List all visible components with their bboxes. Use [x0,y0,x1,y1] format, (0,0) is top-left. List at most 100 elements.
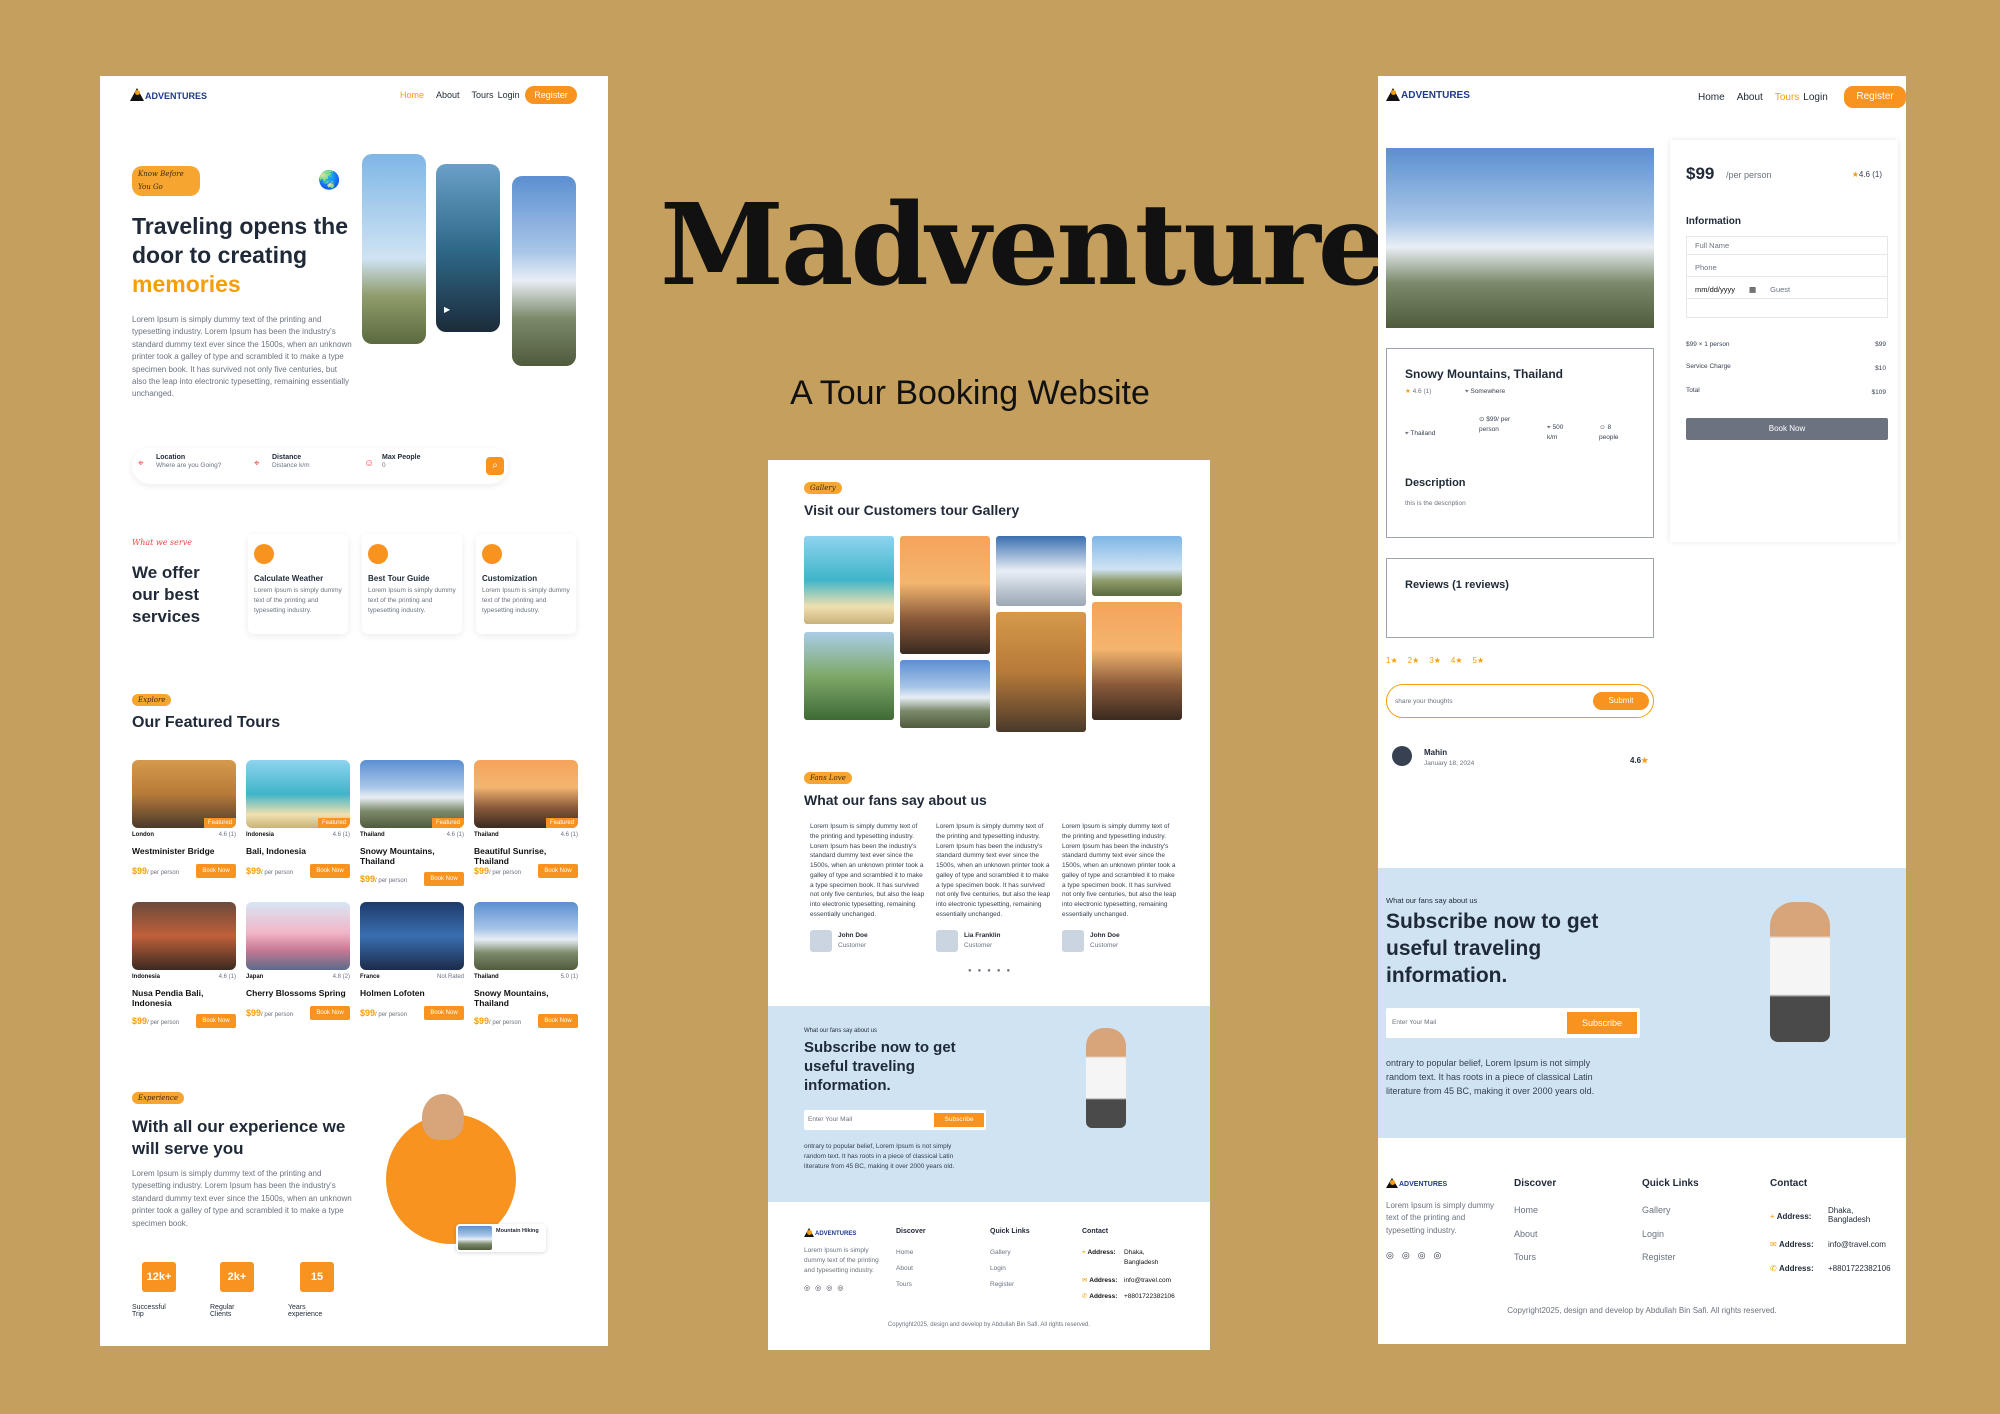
book-now-button[interactable]: Book Now [196,1014,236,1028]
tour-card[interactable]: Thailand 5.0 (1) Snowy Mountains, Thailan… [474,902,578,1032]
pin-icon: ⌖ [1770,1212,1775,1221]
search-bar: ⌖ Location Where are you Going? ⌖ Distanc… [132,448,508,484]
avatar [810,930,832,952]
site-logo[interactable]: ADVENTURES [130,88,207,101]
star-icon: ★ [1641,756,1649,765]
book-now-button[interactable]: Book Now [424,872,464,886]
gallery-image[interactable] [900,660,990,728]
gallery-image[interactable] [804,632,894,720]
gallery-image[interactable] [1092,602,1182,720]
site-logo[interactable]: ADVENTURES [1386,88,1470,101]
distance-icon: ⌖ [1547,424,1551,431]
subscribe-section: What our fans say about us Subscribe now… [1378,868,1906,1138]
experience-text: Lorem Ipsum is simply dummy text of the … [132,1169,352,1228]
testimonial-text: Lorem Ipsum is simply dummy text of the … [810,823,925,918]
hero-image-louvre [362,154,426,344]
testimonial-text: Lorem Ipsum is simply dummy text of the … [936,823,1051,918]
nav-about[interactable]: About [1737,92,1763,103]
distance-icon: ⌖ [254,458,260,469]
book-now-button[interactable]: Book Now [196,864,236,878]
star-icon: ★ [1851,170,1859,179]
stat-trips: 12k+ [142,1262,176,1292]
subscribe-section: What our fans say about us Subscribe now… [768,1006,1210,1202]
booking-card: $99 /per person ★4.6 (1) Information Ful… [1670,140,1898,542]
tour-card[interactable]: Japan 4.8 (2) Cherry Blossoms Spring $99/… [246,902,350,1022]
traveler-head [422,1094,464,1140]
stat-clients: 2k+ [220,1262,254,1292]
search-icon: ⌕ [492,460,498,471]
submit-review-button[interactable]: Submit [1593,692,1649,710]
footer-logo[interactable]: ADVENTURES [1386,1178,1447,1188]
tour-card[interactable]: Featured London 4.6 (1) Westminister Brid… [132,760,236,880]
email-input[interactable]: Enter Your Mail Subscribe [804,1110,986,1130]
gallery-image[interactable] [900,536,990,654]
hero-tag: Know Before You Go [132,166,200,196]
nav-login[interactable]: Login [1803,92,1827,103]
service-card-weather: Calculate Weather Lorem Ipsum is simply … [248,534,348,634]
service-card-guide: Best Tour Guide Lorem Ipsum is simply du… [362,534,462,634]
showcase-title: Madventure [660,180,1389,311]
logo-mountain-icon [804,1228,814,1237]
tour-card[interactable]: Featured Indonesia 4.6 (1) Bali, Indonesi… [246,760,350,880]
gallery-image[interactable] [1092,536,1182,596]
nav-about[interactable]: About [436,90,460,100]
tour-card[interactable]: Indonesia 4.6 (1) Nusa Pendia Bali, Indon… [132,902,236,1032]
phone-icon: ✆ [1770,1264,1777,1273]
people-field[interactable]: Max People 0 [382,454,421,471]
nav-login[interactable]: Login [498,90,520,100]
gallery-image[interactable] [996,612,1086,732]
hero-image-hiker [512,176,576,366]
star-rating-select: 1★ 2★ 3★ 4★ 5★ [1386,656,1485,665]
pin-icon: ⌖ [1082,1249,1086,1256]
avatar [936,930,958,952]
book-now-button[interactable]: Book Now [310,1006,350,1020]
guest-input[interactable]: Guest [1770,285,1790,294]
calendar-icon[interactable]: ▦ [1749,285,1756,294]
nav-home[interactable]: Home [400,90,424,100]
tour-card[interactable]: Featured Thailand 4.6 (1) Snowy Mountains… [360,760,464,890]
book-now-button[interactable]: Book Now [538,1014,578,1028]
testimonial-text: Lorem Ipsum is simply dummy text of the … [1062,823,1177,918]
logo-mountain-icon [1386,1178,1398,1188]
price-icon: ⊙ [1479,416,1485,423]
email-input[interactable]: Enter Your Mail Subscribe [1386,1008,1640,1038]
play-icon[interactable]: ▶ [444,305,450,314]
hero-video-player[interactable]: ▶ [436,164,500,332]
register-button[interactable]: Register [1844,86,1906,108]
location-field[interactable]: Location Where are you Going? [156,454,221,471]
distance-field[interactable]: Distance Distance k/m [272,454,310,471]
full-name-input[interactable]: Full Name [1687,237,1887,255]
review-input[interactable]: share your thoughts Submit [1386,684,1654,718]
subscribe-button[interactable]: Subscribe [1567,1012,1637,1034]
tour-card[interactable]: France Not Rated Holmen Lofoten $99/ per … [360,902,464,1022]
date-input[interactable]: mm/dd/yyyy [1695,285,1735,294]
mail-icon: ✉ [1770,1240,1777,1249]
gallery-image[interactable] [996,536,1086,606]
gallery-image[interactable] [804,536,894,624]
social-icons[interactable]: ◎◎◎◎ [804,1284,848,1292]
phone-input[interactable]: Phone [1687,259,1887,277]
book-now-button[interactable]: Book Now [538,864,578,878]
tour-detail-page-screenshot: ADVENTURES Home About Tours Login Regist… [1378,76,1906,1344]
people-icon: ☺ [364,458,375,469]
gallery-title: Visit our Customers tour Gallery [804,502,1020,518]
register-button[interactable]: Register [525,86,577,104]
footer-logo[interactable]: ADVENTURES [804,1228,856,1237]
booking-form: Full Name Phone mm/dd/yyyy ▦ Guest [1686,236,1888,318]
main-nav: Home About Tours Login [400,90,520,100]
nav-home[interactable]: Home [1698,92,1725,103]
social-icons[interactable]: ◎◎◎◎ [1386,1250,1449,1261]
book-now-button[interactable]: Book Now [310,864,350,878]
nav-tours[interactable]: Tours [1775,92,1799,103]
book-now-button[interactable]: Book Now [1686,418,1888,440]
book-now-button[interactable]: Book Now [424,1006,464,1020]
nav-tours[interactable]: Tours [472,90,494,100]
tour-card[interactable]: Featured Thailand 4.6 (1) Beautiful Sunri… [474,760,578,880]
location-pin-icon: ⌖ [138,458,144,469]
logo-mountain-icon [1386,88,1400,101]
search-button[interactable]: ⌕ [486,457,504,475]
reviewer-avatar [1392,746,1412,766]
globe-icon: 🌏 [318,170,341,190]
subscribe-button[interactable]: Subscribe [934,1113,984,1127]
carousel-dots[interactable]: ●●●●● [968,968,1016,974]
